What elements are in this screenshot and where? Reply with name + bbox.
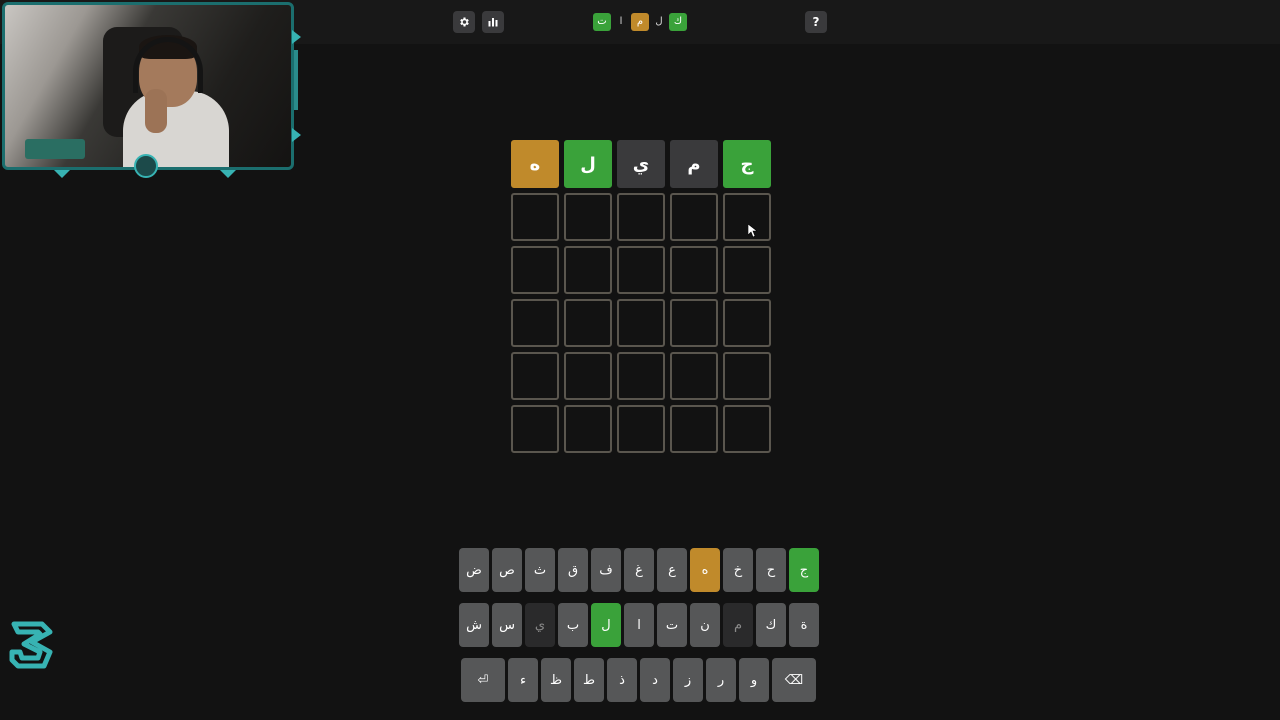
key-button[interactable]: ا (624, 603, 654, 647)
channel-badge-icon (134, 154, 158, 178)
key-button[interactable]: ف (591, 548, 621, 592)
board-tile (511, 193, 559, 241)
key-button[interactable]: ث (525, 548, 555, 592)
title-letter: ل (655, 16, 663, 27)
title-letter: ك (669, 13, 687, 31)
key-button[interactable]: د (640, 658, 670, 702)
key-button[interactable]: ت (657, 603, 687, 647)
board-tile (511, 405, 559, 453)
board-tile (670, 246, 718, 294)
board-tile (670, 352, 718, 400)
board-tile (670, 405, 718, 453)
board-tile (670, 193, 718, 241)
keyboard-row: ضصثقفغعهخحج (459, 548, 821, 592)
board-tile (564, 246, 612, 294)
key-button[interactable]: م (723, 603, 753, 647)
board-tile (564, 352, 612, 400)
key-button[interactable]: ب (558, 603, 588, 647)
board-tile (564, 299, 612, 347)
keyboard-row: شسيبلاتنمكة (459, 603, 821, 647)
board-tile: م (670, 140, 718, 188)
key-button[interactable]: خ (723, 548, 753, 592)
help-button[interactable]: ? (805, 11, 827, 33)
backspace-key[interactable]: ⌫ (772, 658, 816, 702)
webcam-video (2, 2, 294, 170)
board-tile (723, 193, 771, 241)
webcam-overlay (0, 0, 301, 178)
board-tile (511, 299, 559, 347)
board-tile (617, 405, 665, 453)
board-tile: ل (564, 140, 612, 188)
key-button[interactable]: ك (756, 603, 786, 647)
keyboard-row: ⏎ ء ظ ط ذ د ز ر و ⌫ (461, 658, 821, 702)
enter-key[interactable]: ⏎ (461, 658, 505, 702)
on-screen-keyboard: ض ص ث ق ف غ ع ه خ ح ج ش س ي ب ل ا ت ن م ك ة ⏎ ء ظ ط ذ د ز ر و ⌫ (459, 548, 821, 713)
game-board: هليمج (511, 140, 771, 453)
key-button[interactable]: ل (591, 603, 621, 647)
key-button[interactable]: غ (624, 548, 654, 592)
key-button[interactable]: ش (459, 603, 489, 647)
key-button[interactable]: ء (508, 658, 538, 702)
key-button[interactable]: ن (690, 603, 720, 647)
help-icon: ? (812, 15, 820, 29)
board-tile (617, 193, 665, 241)
frame-arrow-icon (54, 170, 70, 178)
board-tile (670, 299, 718, 347)
board-tile (723, 246, 771, 294)
key-button[interactable]: ظ (541, 658, 571, 702)
title-letter: م (631, 13, 649, 31)
gear-icon (460, 17, 469, 27)
settings-button[interactable] (453, 11, 475, 33)
key-button[interactable]: ع (657, 548, 687, 592)
key-button[interactable]: ر (706, 658, 736, 702)
key-button[interactable]: ض (459, 548, 489, 592)
board-tile (617, 299, 665, 347)
board-tile: ج (723, 140, 771, 188)
key-button[interactable]: ة (789, 603, 819, 647)
mouse-cursor-icon (748, 224, 758, 238)
frame-arrow-icon (292, 128, 301, 142)
key-button[interactable]: س (492, 603, 522, 647)
title-letter: ا (619, 16, 623, 27)
key-button[interactable]: ق (558, 548, 588, 592)
key-button[interactable]: ح (756, 548, 786, 592)
brand-logo-icon (9, 621, 53, 669)
board-tile (723, 405, 771, 453)
board-tile (723, 352, 771, 400)
key-button[interactable]: ص (492, 548, 522, 592)
key-button[interactable]: و (739, 658, 769, 702)
game-title: تاملك (593, 12, 687, 32)
key-button[interactable]: ز (673, 658, 703, 702)
key-button[interactable]: ي (525, 603, 555, 647)
board-tile (511, 246, 559, 294)
board-tile (617, 352, 665, 400)
key-button[interactable]: ط (574, 658, 604, 702)
stats-button[interactable] (482, 11, 504, 33)
board-tile (723, 299, 771, 347)
board-tile: ي (617, 140, 665, 188)
bar-chart-icon (488, 18, 498, 27)
key-button[interactable]: ه (690, 548, 720, 592)
key-button[interactable]: ج (789, 548, 819, 592)
frame-arrow-icon (292, 30, 301, 44)
frame-arrow-icon (220, 170, 236, 178)
board-tile: ه (511, 140, 559, 188)
board-tile (564, 405, 612, 453)
title-letter: ت (593, 13, 611, 31)
board-tile (511, 352, 559, 400)
board-tile (617, 246, 665, 294)
board-tile (564, 193, 612, 241)
key-button[interactable]: ذ (607, 658, 637, 702)
